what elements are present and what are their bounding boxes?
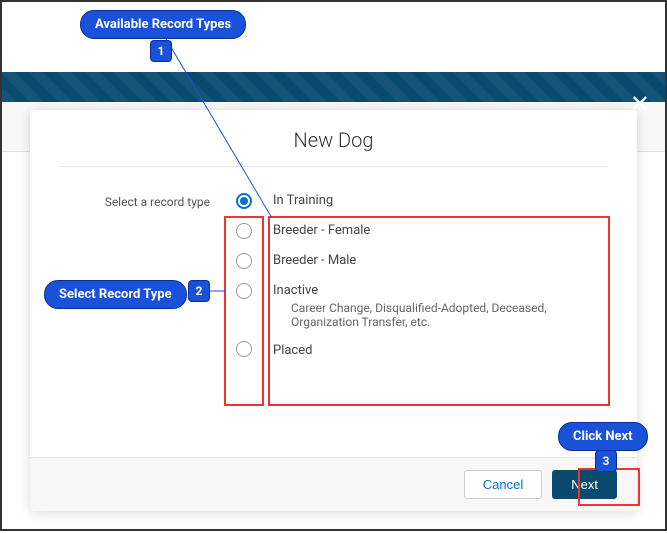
badge-2: 2 — [188, 280, 210, 302]
callout-click-next: Click Next — [558, 422, 648, 451]
radio-inactive[interactable] — [236, 283, 252, 299]
label-breeder-male: Breeder - Male — [273, 253, 607, 269]
radio-in-training[interactable] — [236, 193, 252, 209]
label-breeder-female: Breeder - Female — [273, 223, 607, 239]
callout-available-types: Available Record Types — [80, 10, 246, 39]
next-button[interactable]: Next — [552, 470, 617, 499]
modal-body: Select a record type In Training Breeder… — [30, 177, 637, 457]
radio-breeder-female[interactable] — [236, 223, 252, 239]
option-labels: In Training Breeder - Female Breeder - M… — [263, 187, 607, 447]
label-inactive-sub: Career Change, Disqualified-Adopted, Dec… — [273, 299, 573, 329]
label-in-training: In Training — [273, 193, 607, 209]
divider — [60, 166, 607, 167]
badge-3: 3 — [595, 450, 617, 472]
record-type-prompt: Select a record type — [60, 187, 225, 447]
callout-select-type: Select Record Type — [44, 280, 187, 309]
page-banner — [2, 72, 665, 102]
close-icon[interactable]: ✕ — [630, 90, 650, 118]
radio-breeder-male[interactable] — [236, 253, 252, 269]
badge-1: 1 — [150, 40, 172, 62]
label-placed: Placed — [273, 343, 607, 359]
modal-footer: Cancel Next — [30, 457, 637, 511]
cancel-button[interactable]: Cancel — [464, 470, 542, 499]
radio-placed[interactable] — [236, 341, 252, 357]
new-record-modal: New Dog Select a record type In Training… — [30, 110, 637, 511]
label-inactive: Inactive — [273, 283, 607, 299]
radio-group — [225, 187, 263, 447]
modal-title: New Dog — [30, 110, 637, 166]
